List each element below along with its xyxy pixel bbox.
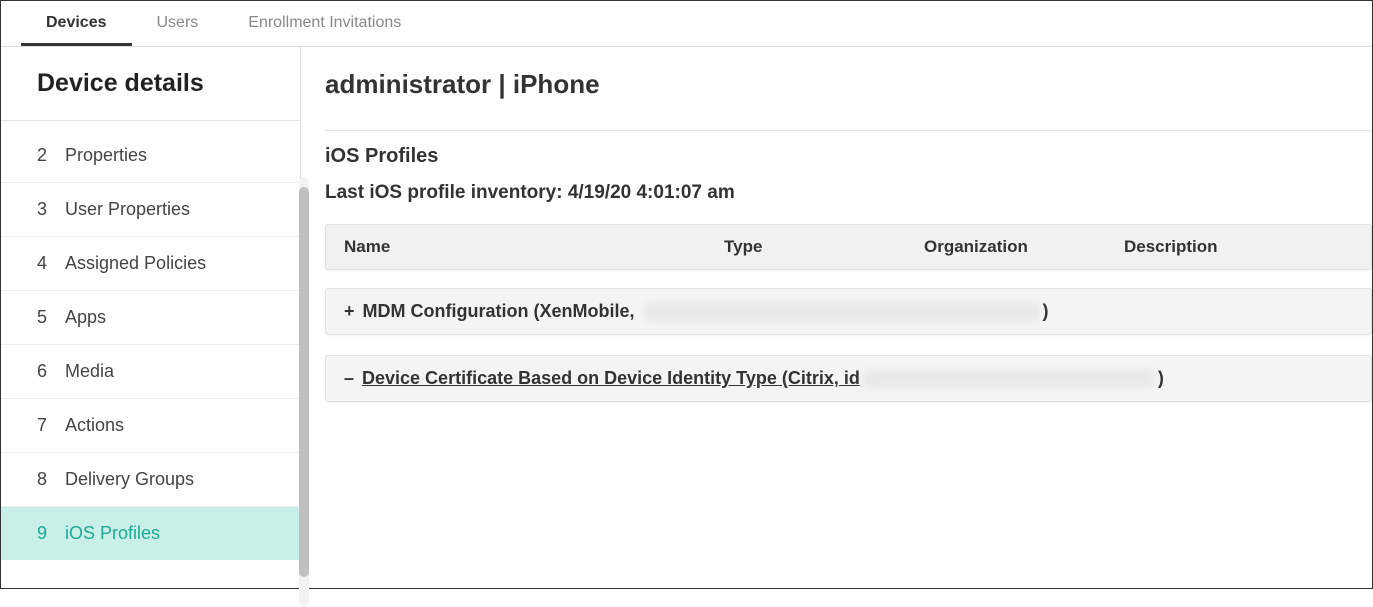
label-suffix: ) — [1158, 368, 1164, 388]
sidebar-list: 2 Properties 3 User Properties 4 Assigne… — [1, 129, 300, 560]
profile-row-mdm-configuration[interactable]: + MDM Configuration (XenMobile, ) — [325, 288, 1372, 335]
col-name: Name — [344, 237, 724, 257]
sidebar-item-label: Properties — [65, 145, 147, 166]
section-title: iOS Profiles — [325, 145, 1372, 168]
main-area: Device details 2 Properties 3 User Prope… — [1, 47, 1372, 588]
sidebar-item-label: User Properties — [65, 199, 190, 220]
col-org: Organization — [924, 237, 1124, 257]
sidebar-item-delivery-groups[interactable]: 8 Delivery Groups — [1, 453, 300, 507]
sidebar-item-label: Actions — [65, 415, 124, 436]
content: administrator | iPhone iOS Profiles Last… — [301, 47, 1372, 588]
redacted-text — [864, 370, 1154, 388]
sidebar-item-num: 9 — [37, 523, 51, 544]
tab-users[interactable]: Users — [132, 1, 224, 46]
profile-row-label: Device Certificate Based on Device Ident… — [362, 368, 1164, 389]
profile-row-label: MDM Configuration (XenMobile, ) — [363, 301, 1049, 322]
sidebar-item-user-properties[interactable]: 3 User Properties — [1, 183, 300, 237]
sidebar-item-label: Assigned Policies — [65, 253, 206, 274]
expand-icon: + — [344, 301, 355, 322]
tab-enrollment-invitations[interactable]: Enrollment Invitations — [223, 1, 426, 46]
label-prefix: MDM Configuration (XenMobile, — [363, 301, 640, 321]
sidebar-item-media[interactable]: 6 Media — [1, 345, 300, 399]
scrollbar-track[interactable] — [299, 177, 309, 607]
sidebar-item-label: iOS Profiles — [65, 523, 160, 544]
scrollbar-thumb[interactable] — [299, 187, 309, 577]
label-prefix: Device Certificate Based on Device Ident… — [362, 368, 860, 388]
sidebar-item-label: Delivery Groups — [65, 469, 194, 490]
profile-row-device-certificate[interactable]: – Device Certificate Based on Device Ide… — [325, 355, 1372, 402]
divider — [325, 130, 1372, 131]
sidebar-item-properties[interactable]: 2 Properties — [1, 129, 300, 183]
collapse-icon: – — [344, 368, 354, 389]
sidebar-item-num: 7 — [37, 415, 51, 436]
sidebar-item-apps[interactable]: 5 Apps — [1, 291, 300, 345]
label-suffix: ) — [1043, 301, 1049, 321]
top-tabs: Devices Users Enrollment Invitations — [1, 1, 1372, 47]
table-header: Name Type Organization Description — [325, 224, 1372, 270]
page-title: administrator | iPhone — [325, 69, 1372, 130]
redacted-text — [644, 303, 1039, 321]
sidebar-item-num: 6 — [37, 361, 51, 382]
sidebar-item-label: Media — [65, 361, 114, 382]
col-desc: Description — [1124, 237, 1353, 257]
sidebar-item-num: 3 — [37, 199, 51, 220]
inventory-subtitle: Last iOS profile inventory: 4/19/20 4:01… — [325, 182, 1372, 204]
col-type: Type — [724, 237, 924, 257]
sidebar-title: Device details — [1, 47, 300, 121]
sidebar: Device details 2 Properties 3 User Prope… — [1, 47, 301, 588]
sidebar-item-ios-profiles[interactable]: 9 iOS Profiles — [1, 507, 300, 560]
tab-devices[interactable]: Devices — [21, 1, 132, 46]
sidebar-item-label: Apps — [65, 307, 106, 328]
sidebar-item-num: 2 — [37, 145, 51, 166]
sidebar-item-num: 8 — [37, 469, 51, 490]
sidebar-item-num: 4 — [37, 253, 51, 274]
sidebar-item-num: 5 — [37, 307, 51, 328]
sidebar-item-actions[interactable]: 7 Actions — [1, 399, 300, 453]
sidebar-item-assigned-policies[interactable]: 4 Assigned Policies — [1, 237, 300, 291]
